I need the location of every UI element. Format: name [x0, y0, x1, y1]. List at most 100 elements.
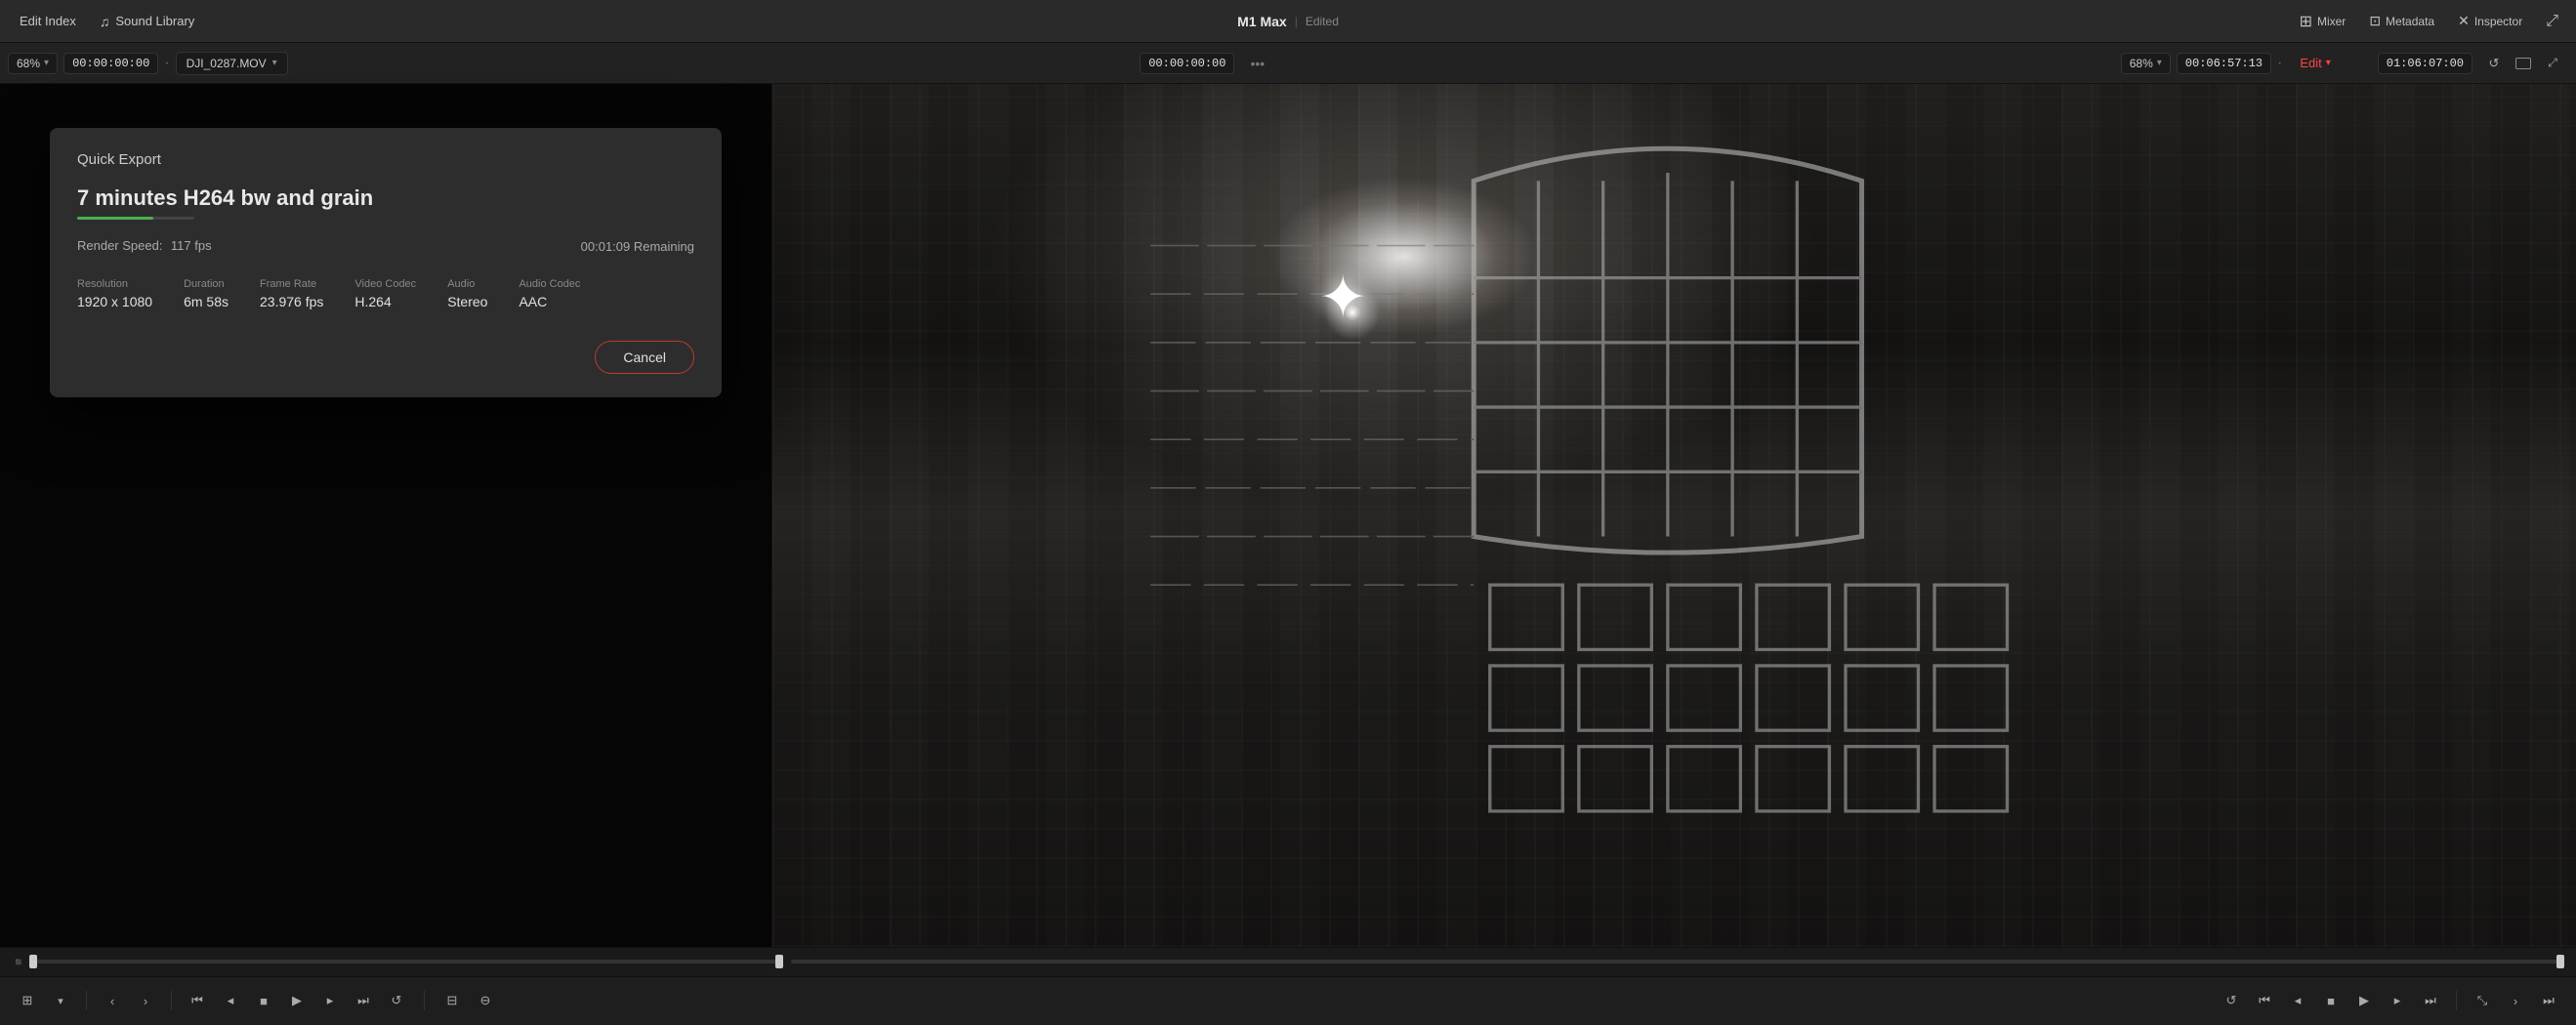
next-frame-icon: ▸ [327, 993, 334, 1008]
left-zoom-select[interactable]: 68% ▾ [8, 53, 58, 74]
render-remaining: 00:01:09 Remaining [581, 239, 694, 254]
main-area: Quick Export 7 minutes H264 bw and grain… [0, 84, 2576, 947]
audio-label: Audio [447, 278, 487, 290]
next-frame-button[interactable]: ▸ [314, 986, 346, 1015]
right-zoom-select[interactable]: 68% ▾ [2121, 53, 2171, 74]
right-stop-icon: ■ [2327, 994, 2335, 1008]
video-codec-label: Video Codec [354, 278, 416, 290]
clip-icon: ⊟ [447, 993, 458, 1008]
left-video-panel: Quick Export 7 minutes H264 bw and grain… [0, 84, 771, 947]
left-scrubber-track[interactable] [29, 960, 783, 964]
left-scrubber-thumb[interactable] [29, 955, 37, 968]
right-end-button[interactable]: ⏭ [2533, 986, 2564, 1015]
mixer-icon: ⊞ [2300, 12, 2312, 31]
expand-icon: ⤢ [2546, 13, 2558, 30]
far-right-timecode-display[interactable]: 01:06:07:00 [2378, 53, 2472, 74]
play-button[interactable]: ▶ [281, 986, 312, 1015]
fullscreen-button[interactable]: ⤢ [2537, 49, 2568, 78]
right-play-button[interactable]: ▶ [2348, 986, 2380, 1015]
right-timecode-display[interactable]: 00:06:57:13 [2177, 53, 2271, 74]
left-chevron-down-button[interactable]: ▾ [45, 986, 76, 1015]
right-stop-button[interactable]: ■ [2315, 986, 2347, 1015]
go-to-end-button[interactable]: ⏭ [348, 986, 379, 1015]
right-expand-button[interactable]: ⤡ [2467, 986, 2498, 1015]
dialog-title: Quick Export [77, 151, 694, 168]
metadata-label: Metadata [2386, 15, 2434, 28]
chevron-down-icon: ▾ [58, 995, 63, 1007]
sound-library-label: Sound Library [115, 14, 194, 28]
filename-label: DJI_0287.MOV [187, 57, 267, 70]
prev-step-button[interactable]: ‹ [97, 986, 128, 1015]
loop-button[interactable]: ↺ [2478, 49, 2510, 78]
edit-label: Edit [2300, 56, 2321, 70]
filename-chevron-icon: ▾ [272, 58, 277, 68]
divider-main [424, 991, 425, 1010]
audio-codec-value: AAC [519, 294, 580, 309]
spec-frame-rate: Frame Rate 23.976 fps [260, 278, 323, 309]
toolbar-right: ⊞ Mixer ⊡ Metadata ✕ Inspector ⤢ [2290, 8, 2568, 35]
edit-index-button[interactable]: Edit Index [8, 10, 88, 32]
right-video-panel [772, 84, 2576, 947]
metadata-button[interactable]: ⊡ Metadata [2359, 9, 2444, 33]
loop-left-icon: ↺ [392, 993, 402, 1008]
right-prev-frame-button[interactable]: ◂ [2282, 986, 2313, 1015]
three-dots-menu[interactable]: ••• [1246, 56, 1268, 71]
left-controls: ⊞ ▾ ‹ › ⏮ ◂ ■ ▶ [12, 986, 412, 1015]
quick-export-dialog: Quick Export 7 minutes H264 bw and grain… [50, 128, 722, 397]
right-next-frame-button[interactable]: ▸ [2382, 986, 2413, 1015]
stop-button[interactable]: ■ [248, 986, 279, 1015]
right-play-icon: ▶ [2359, 993, 2369, 1008]
left-scrubber-thumb-right[interactable] [775, 955, 783, 968]
left-scrubber-group: ◾ [12, 956, 783, 968]
app-title-group: M1 Max | Edited [1237, 14, 1339, 29]
right-scrubber-track[interactable] [791, 960, 2564, 964]
expand-button[interactable]: ⤢ [2536, 9, 2568, 34]
prev-frame-button[interactable]: ◂ [215, 986, 246, 1015]
zoom-out-button[interactable]: ⊖ [470, 986, 501, 1015]
frame-rate-value: 23.976 fps [260, 294, 323, 309]
grid-icon: ⊞ [22, 993, 33, 1008]
left-grid-button[interactable]: ⊞ [12, 986, 43, 1015]
edit-index-label: Edit Index [20, 14, 76, 28]
left-timecode-value: 00:00:00:00 [72, 57, 149, 70]
go-to-end-icon: ⏭ [357, 993, 369, 1008]
right-loop-button[interactable]: ↺ [2216, 986, 2247, 1015]
mixer-button[interactable]: ⊞ Mixer [2290, 8, 2356, 35]
play-icon: ▶ [292, 993, 302, 1008]
right-scrubber-thumb[interactable] [2556, 955, 2564, 968]
loop-icon: ↺ [2489, 56, 2500, 71]
right-timecode-value: 00:06:57:13 [2185, 57, 2263, 70]
dot-divider-1: · [164, 55, 169, 72]
zoom-chevron-icon: ▾ [44, 58, 49, 68]
sound-library-button[interactable]: ♫ Sound Library [88, 10, 206, 33]
inspector-button[interactable]: ✕ Inspector [2448, 9, 2532, 33]
spec-audio: Audio Stereo [447, 278, 487, 309]
cancel-button[interactable]: Cancel [595, 341, 694, 374]
frame-rate-label: Frame Rate [260, 278, 323, 290]
go-to-start-button[interactable]: ⏮ [182, 986, 213, 1015]
next-step-button[interactable]: › [130, 986, 161, 1015]
dot-divider-2: · [2277, 55, 2282, 72]
right-zoom-chevron-icon: ▾ [2157, 58, 2162, 68]
star-rays [1313, 273, 1392, 351]
edit-mode-button[interactable]: Edit ▾ [2288, 52, 2342, 74]
right-next-button[interactable]: › [2500, 986, 2531, 1015]
inspector-icon: ✕ [2458, 13, 2470, 29]
center-timecode-display[interactable]: 00:00:00:00 [1140, 53, 1234, 74]
right-go-end-button[interactable]: ⏭ [2415, 986, 2446, 1015]
right-go-start-button[interactable]: ⏮ [2249, 986, 2280, 1015]
progress-bar-fill [77, 217, 153, 220]
clip-button[interactable]: ⊟ [436, 986, 468, 1015]
specs-row: Resolution 1920 x 1080 Duration 6m 58s F… [77, 278, 694, 309]
left-timecode-display[interactable]: 00:00:00:00 [63, 53, 158, 74]
spec-video-codec: Video Codec H.264 [354, 278, 416, 309]
right-scrubber-group [791, 960, 2564, 964]
fullscreen-icon: ⤢ [2548, 56, 2557, 70]
controls-row: ⊞ ▾ ‹ › ⏮ ◂ ■ ▶ [0, 977, 2576, 1025]
filename-button[interactable]: DJI_0287.MOV ▾ [176, 52, 288, 75]
scrubber-row: ◾ [0, 948, 2576, 977]
right-go-start-icon: ⏮ [2259, 993, 2270, 1008]
right-expand-icon: ⤡ [2477, 993, 2487, 1008]
divider-2 [171, 991, 172, 1010]
loop-left-button[interactable]: ↺ [381, 986, 412, 1015]
